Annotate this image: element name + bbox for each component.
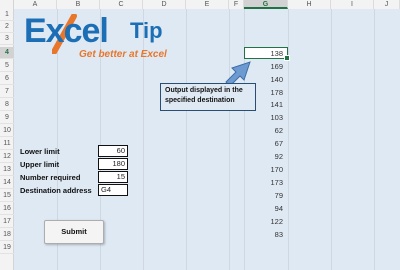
row-header-6[interactable]: 6 (0, 73, 14, 85)
row-header-5[interactable]: 5 (0, 60, 14, 72)
column-header-e[interactable]: E (186, 0, 229, 9)
row-header-10[interactable]: 10 (0, 125, 14, 137)
upper-limit-label: Upper limit (20, 160, 60, 169)
submit-button[interactable]: Submit (44, 220, 104, 244)
output-cell-g12[interactable]: 92 (243, 152, 283, 161)
excel-tip-logo: Excel Tip Get better at Excel (24, 12, 174, 66)
arrow-icon (225, 61, 251, 84)
row-header-8[interactable]: 8 (0, 99, 14, 111)
gridline (229, 9, 230, 270)
lower-limit-input[interactable]: 60 (98, 145, 128, 157)
number-required-label: Number required (20, 173, 81, 182)
column-header-c[interactable]: C (100, 0, 143, 9)
column-header-j[interactable]: J (374, 0, 400, 9)
row-header-4[interactable]: 4 (0, 47, 14, 59)
logo-word-tip: Tip (130, 18, 163, 43)
output-cell-g13[interactable]: 170 (243, 165, 283, 174)
output-cell-g10[interactable]: 62 (243, 126, 283, 135)
row-header-17[interactable]: 17 (0, 216, 14, 228)
row-header-11[interactable]: 11 (0, 138, 14, 150)
row-header-1[interactable]: 1 (0, 9, 14, 21)
column-header-f[interactable]: F (229, 0, 244, 9)
column-header-a[interactable]: A (14, 0, 57, 9)
output-cell-g9[interactable]: 103 (243, 113, 283, 122)
row-header-18[interactable]: 18 (0, 229, 14, 241)
output-cell-g15[interactable]: 79 (243, 191, 283, 200)
row-header-2[interactable]: 2 (0, 21, 14, 33)
output-cell-g18[interactable]: 83 (243, 230, 283, 239)
output-cell-g17[interactable]: 122 (243, 217, 283, 226)
column-header-b[interactable]: B (57, 0, 100, 9)
output-cell-g4[interactable]: 138 (243, 49, 283, 58)
row-header-9[interactable]: 9 (0, 112, 14, 124)
row-header-16[interactable]: 16 (0, 203, 14, 215)
number-required-input[interactable]: 15 (98, 171, 128, 183)
logo-tagline: Get better at Excel (79, 49, 167, 60)
gridline (331, 9, 332, 270)
fill-handle[interactable] (284, 55, 290, 61)
upper-limit-input[interactable]: 180 (98, 158, 128, 170)
row-header-19[interactable]: 19 (0, 242, 14, 254)
lower-limit-label: Lower limit (20, 147, 60, 156)
row-header-12[interactable]: 12 (0, 151, 14, 163)
row-header-13[interactable]: 13 (0, 164, 14, 176)
output-cell-g16[interactable]: 94 (243, 204, 283, 213)
column-header-g[interactable]: G (244, 0, 288, 9)
column-header-d[interactable]: D (143, 0, 186, 9)
column-header-h[interactable]: H (288, 0, 331, 9)
destination-address-input[interactable]: G4 (98, 184, 128, 196)
output-cell-g14[interactable]: 173 (243, 178, 283, 187)
row-header-3[interactable]: 3 (0, 33, 14, 45)
row-header-7[interactable]: 7 (0, 86, 14, 98)
gridline (186, 9, 187, 270)
logo-word-excel: Excel (24, 12, 109, 50)
output-cell-g11[interactable]: 67 (243, 139, 283, 148)
row-header-bar: 1 2 3 4 5 6 7 8 9 10 11 12 13 14 15 16 1… (0, 9, 14, 270)
select-all-corner[interactable] (0, 0, 14, 9)
gridline (288, 9, 289, 270)
destination-address-label: Destination address (20, 186, 92, 195)
row-header-15[interactable]: 15 (0, 190, 14, 202)
row-header-14[interactable]: 14 (0, 177, 14, 189)
output-callout: Output displayed in the specified destin… (160, 83, 256, 111)
column-header-i[interactable]: I (331, 0, 374, 9)
gridline (374, 9, 375, 270)
